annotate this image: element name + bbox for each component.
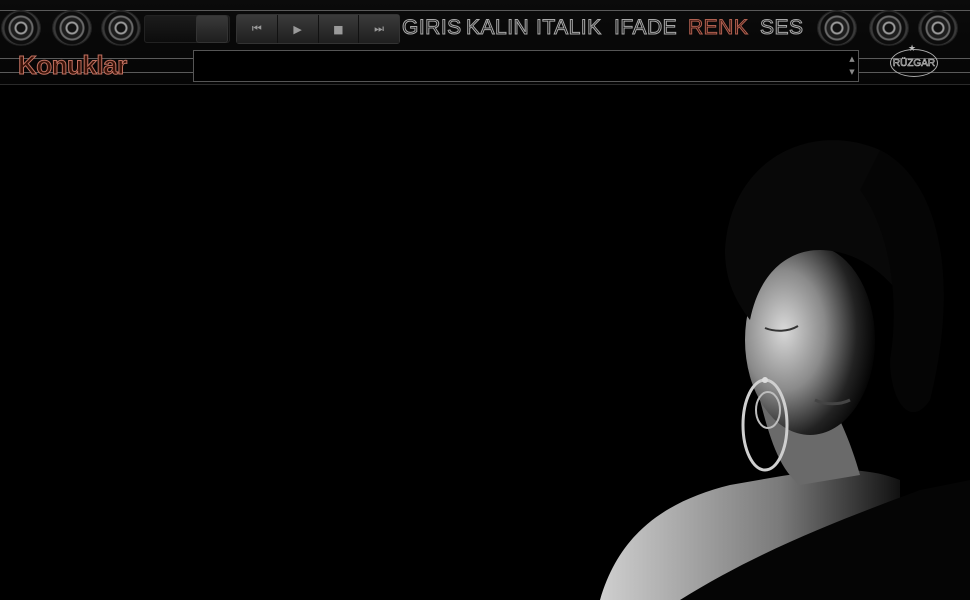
speaker-icon xyxy=(818,11,856,45)
stop-button[interactable]: ■ xyxy=(318,15,360,43)
speaker-icon xyxy=(919,11,957,45)
speaker-icon xyxy=(53,11,91,45)
menu-ses[interactable]: SES xyxy=(760,16,804,40)
message-input[interactable]: ▲ ▼ xyxy=(193,50,859,82)
play-button[interactable]: ▶ xyxy=(277,15,319,43)
menu-renk[interactable]: RENK xyxy=(687,16,748,40)
menu-ifade[interactable]: IFADE xyxy=(613,16,677,40)
speaker-icon xyxy=(102,11,140,45)
skip-back-icon: ⏮ xyxy=(251,22,262,35)
input-scroll-arrows[interactable]: ▲ ▼ xyxy=(848,53,856,79)
skip-forward-button[interactable]: ⏭ xyxy=(359,15,399,43)
menu-giris[interactable]: GIRIS xyxy=(402,16,462,40)
skip-forward-icon: ⏭ xyxy=(374,22,385,35)
menu-italik[interactable]: ITALIK xyxy=(536,16,602,40)
stop-icon: ■ xyxy=(333,22,344,36)
menu-kalin[interactable]: KALIN xyxy=(465,16,529,40)
speaker-icon xyxy=(870,11,908,45)
ruzgar-logo: RÜZGAR xyxy=(890,49,938,77)
logo-text: RÜZGAR xyxy=(892,57,936,69)
volume-slider-handle[interactable] xyxy=(196,15,228,43)
play-icon: ▶ xyxy=(293,22,302,36)
guests-title[interactable]: Konuklar xyxy=(18,50,128,81)
skip-back-button[interactable]: ⏮ xyxy=(237,15,278,43)
woman-portrait-image xyxy=(600,140,970,600)
top-toolbar: ⏮ ▶ ■ ⏭ GIRIS KALIN ITALIK IFADE RENK SE… xyxy=(0,0,970,85)
top-rail xyxy=(0,10,970,11)
speaker-icon xyxy=(2,11,40,45)
media-controls: ⏮ ▶ ■ ⏭ xyxy=(236,14,400,44)
